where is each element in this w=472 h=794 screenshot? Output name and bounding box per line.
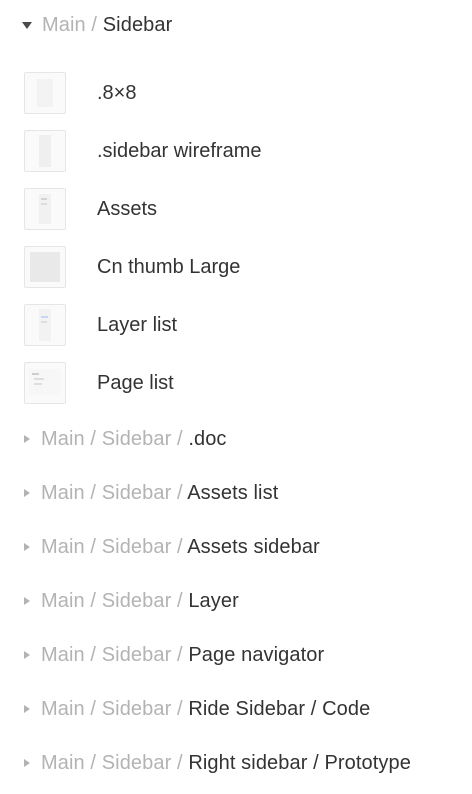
group-path: Main / Sidebar / .doc bbox=[41, 428, 227, 451]
group-path: Main / Sidebar / Page navigator bbox=[41, 644, 324, 667]
group-row-assets-sidebar[interactable]: Main / Sidebar / Assets sidebar bbox=[0, 520, 472, 574]
group-path-parent: Main / Sidebar / bbox=[41, 481, 188, 504]
component-item[interactable]: Assets bbox=[0, 180, 472, 238]
group-path: Main / Sidebar / Assets list bbox=[41, 482, 278, 505]
component-list: .8×8 .sidebar wireframe Assets Cn thumb … bbox=[0, 64, 472, 412]
group-row-doc[interactable]: Main / Sidebar / .doc bbox=[0, 412, 472, 466]
group-path: Main / Sidebar / Ride Sidebar / Code bbox=[41, 698, 370, 721]
group-row-layer[interactable]: Main / Sidebar / Layer bbox=[0, 574, 472, 628]
component-label: Assets bbox=[97, 197, 158, 220]
group-path: Main / Sidebar / Layer bbox=[41, 590, 239, 613]
caret-right-icon[interactable] bbox=[24, 651, 30, 659]
component-label: .sidebar wireframe bbox=[97, 139, 262, 162]
caret-right-icon[interactable] bbox=[24, 489, 30, 497]
component-thumbnail bbox=[24, 72, 66, 114]
group-path-parent: Main / Sidebar / bbox=[41, 751, 189, 774]
component-label: Layer list bbox=[97, 313, 178, 336]
component-label: .8×8 bbox=[97, 81, 137, 104]
group-path-parent: Main / Sidebar / bbox=[41, 427, 189, 450]
component-item[interactable]: .8×8 bbox=[0, 64, 472, 122]
path-separator: / bbox=[85, 13, 103, 36]
group-name: Right sidebar / Prototype bbox=[188, 751, 411, 774]
caret-down-icon[interactable] bbox=[22, 21, 32, 29]
group-path-parent: Main / Sidebar / bbox=[41, 697, 189, 720]
group-row-page-navigator[interactable]: Main / Sidebar / Page navigator bbox=[0, 628, 472, 682]
group-name: Assets list bbox=[187, 481, 279, 504]
component-thumbnail bbox=[24, 188, 66, 230]
component-item[interactable]: Cn thumb Large bbox=[0, 238, 472, 296]
component-thumbnail bbox=[24, 362, 66, 404]
group-header-main-sidebar[interactable]: Main / Sidebar bbox=[0, 0, 472, 50]
collapsed-group-list: Main / Sidebar / .doc Main / Sidebar / A… bbox=[0, 412, 472, 790]
group-name: .doc bbox=[188, 427, 227, 450]
caret-right-icon[interactable] bbox=[24, 543, 30, 551]
group-path-current: Sidebar bbox=[102, 13, 173, 36]
group-name: Page navigator bbox=[188, 643, 325, 666]
group-row-assets-list[interactable]: Main / Sidebar / Assets list bbox=[0, 466, 472, 520]
caret-right-icon[interactable] bbox=[24, 597, 30, 605]
group-path: Main / Sidebar / Right sidebar / Prototy… bbox=[41, 752, 411, 775]
component-label: Cn thumb Large bbox=[97, 255, 241, 278]
group-row-ride-sidebar-code[interactable]: Main / Sidebar / Ride Sidebar / Code bbox=[0, 682, 472, 736]
group-name: Ride Sidebar / Code bbox=[188, 697, 371, 720]
component-thumbnail bbox=[24, 304, 66, 346]
group-path: Main / Sidebar bbox=[42, 14, 172, 37]
component-library-panel: Main / Sidebar .8×8 .sidebar wireframe A… bbox=[0, 0, 472, 794]
group-name: Assets sidebar bbox=[187, 535, 320, 558]
group-path: Main / Sidebar / Assets sidebar bbox=[41, 536, 320, 559]
caret-right-icon[interactable] bbox=[24, 759, 30, 767]
component-item[interactable]: .sidebar wireframe bbox=[0, 122, 472, 180]
component-item[interactable]: Layer list bbox=[0, 296, 472, 354]
component-label: Page list bbox=[97, 371, 174, 394]
component-thumbnail bbox=[24, 246, 66, 288]
caret-right-icon[interactable] bbox=[24, 435, 30, 443]
caret-right-icon[interactable] bbox=[24, 705, 30, 713]
group-row-right-sidebar-prototype[interactable]: Main / Sidebar / Right sidebar / Prototy… bbox=[0, 736, 472, 790]
group-path-parent: Main / Sidebar / bbox=[41, 643, 189, 666]
group-path-parent: Main / Sidebar / bbox=[41, 589, 189, 612]
group-path-parent: Main / Sidebar / bbox=[41, 535, 188, 558]
group-name: Layer bbox=[188, 589, 239, 612]
component-item[interactable]: Page list bbox=[0, 354, 472, 412]
component-thumbnail bbox=[24, 130, 66, 172]
group-path-parent: Main bbox=[42, 13, 86, 36]
